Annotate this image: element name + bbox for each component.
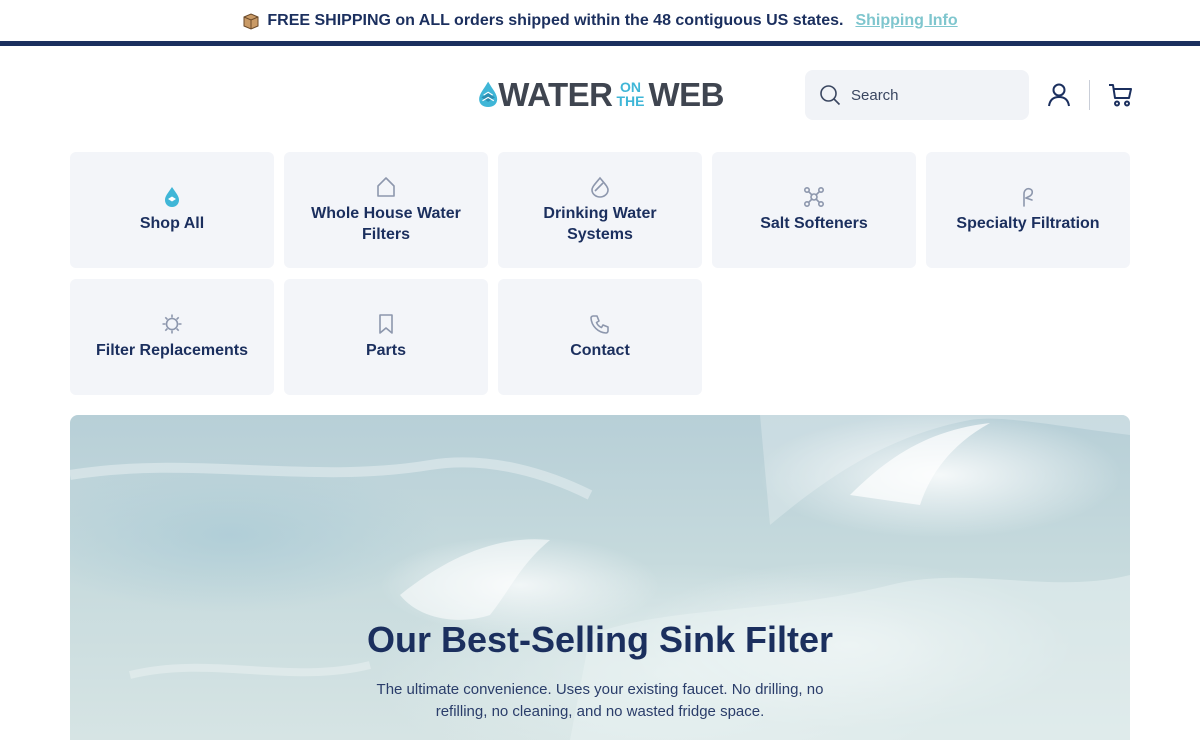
category-label: Whole House Water Filters — [311, 204, 461, 243]
cart-icon[interactable] — [1106, 82, 1134, 108]
category-tile-contact[interactable]: Contact — [498, 279, 702, 395]
gear-icon — [162, 314, 182, 334]
announcement-bar: FREE SHIPPING on ALL orders shipped with… — [0, 0, 1200, 41]
faucet-icon — [1023, 187, 1034, 207]
logo-on-the: ON THE — [617, 80, 645, 108]
hero-banner: Our Best-Selling Sink Filter The ultimat… — [70, 415, 1130, 740]
hero-subtitle: The ultimate convenience. Uses your exis… — [376, 681, 824, 720]
category-label: Contact — [570, 342, 630, 359]
molecule-icon — [803, 186, 825, 208]
category-label: Specialty Filtration — [956, 215, 1100, 232]
glass-icon — [591, 176, 609, 198]
category-label: Drinking Water Systems — [543, 204, 657, 243]
account-icon[interactable] — [1046, 82, 1072, 108]
category-label: Parts — [365, 342, 407, 359]
category-tile-whole-house[interactable]: Whole House Water Filters — [284, 152, 488, 268]
shipping-box-icon — [243, 12, 259, 30]
announcement-text: FREE SHIPPING on ALL orders shipped with… — [267, 11, 844, 29]
site-logo[interactable]: WATER ON THE WEB — [478, 68, 724, 120]
water-drop-icon — [165, 187, 179, 207]
category-tile-drinking-water[interactable]: Drinking Water Systems — [498, 152, 702, 268]
water-drop-logo-icon — [479, 81, 498, 107]
category-label: Salt Softeners — [760, 215, 868, 232]
category-label: Shop All — [139, 215, 205, 232]
hero-title: Our Best-Selling Sink Filter — [366, 619, 834, 660]
logo-word-water: WATER — [498, 75, 613, 113]
house-icon — [377, 176, 395, 197]
category-tile-salt-softeners[interactable]: Salt Softeners — [712, 152, 916, 268]
search-input[interactable] — [851, 86, 1011, 104]
category-tile-filter-replacements[interactable]: Filter Replacements — [70, 279, 274, 395]
search-box[interactable] — [805, 70, 1029, 120]
category-label: Filter Replacements — [95, 342, 249, 359]
logo-word-on: ON — [620, 79, 641, 95]
shipping-info-link[interactable]: Shipping Info — [855, 12, 957, 30]
category-tile-parts[interactable]: Parts — [284, 279, 488, 395]
announcement-divider — [0, 41, 1200, 46]
search-icon — [820, 85, 841, 106]
category-tile-specialty-filtration[interactable]: Specialty Filtration — [926, 152, 1130, 268]
logo-word-web: WEB — [648, 75, 725, 113]
logo-word-the: THE — [616, 93, 645, 109]
category-tile-shop-all[interactable]: Shop All — [70, 152, 274, 268]
bookmark-icon — [379, 314, 393, 334]
phone-icon — [590, 315, 609, 334]
header-divider — [1089, 80, 1090, 110]
